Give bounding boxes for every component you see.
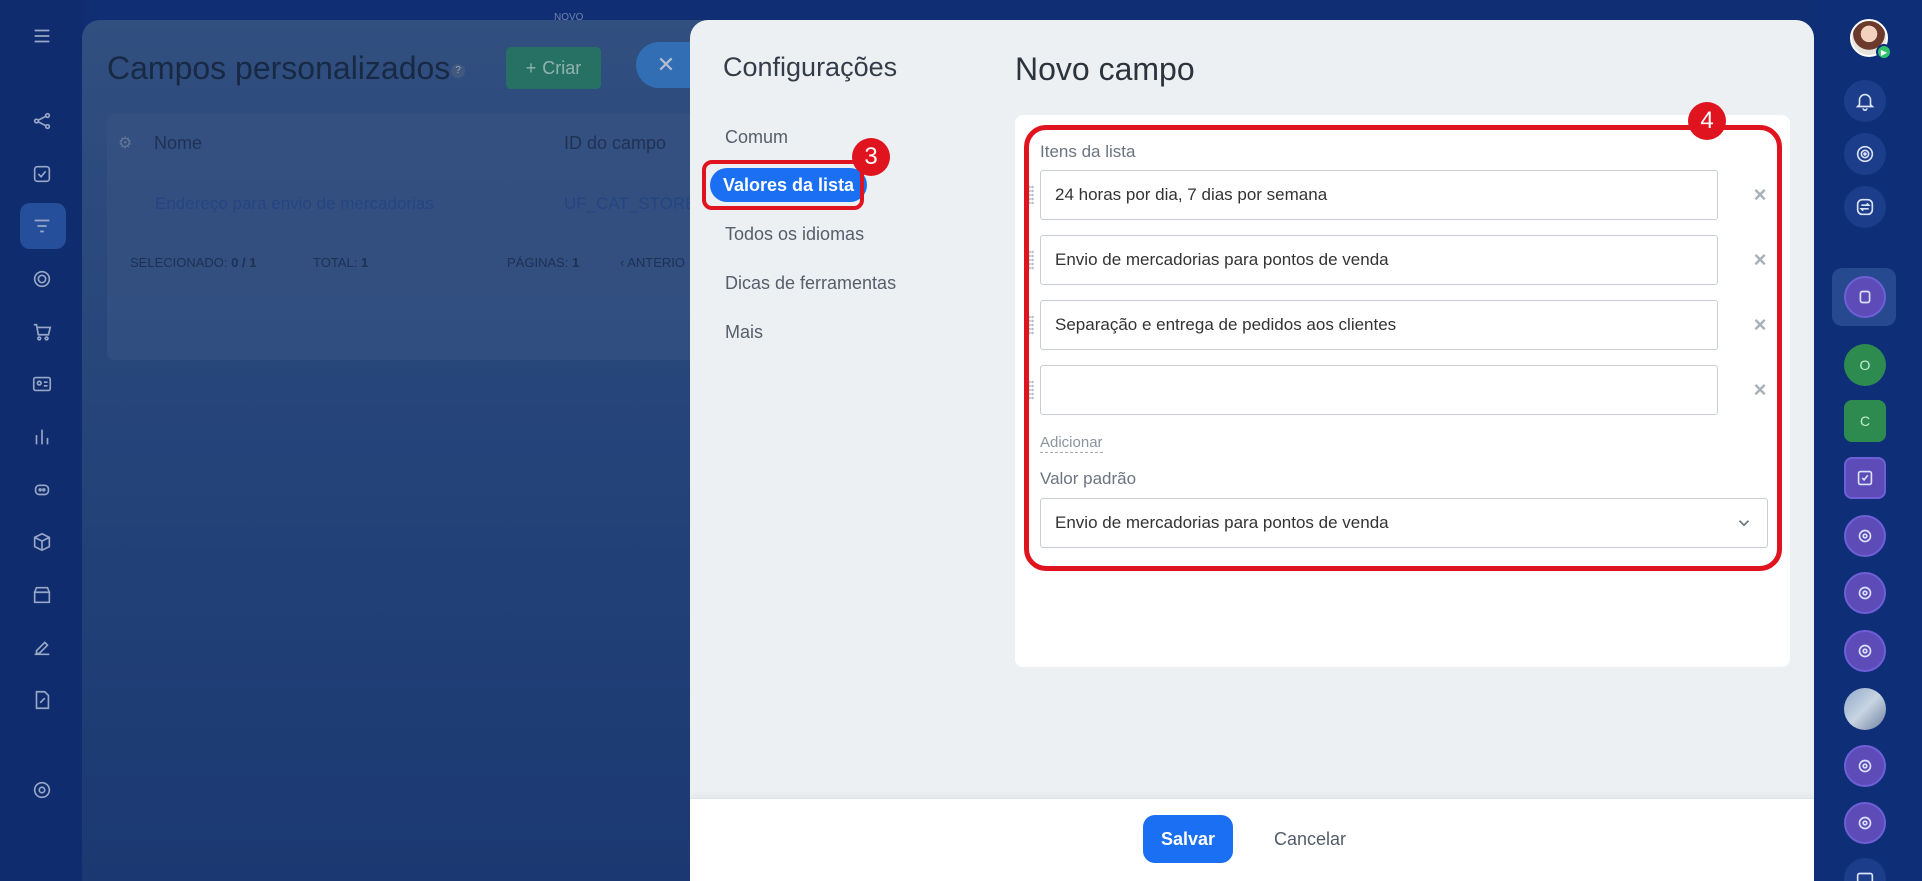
openline-chat-icon-5[interactable]	[1844, 802, 1886, 844]
contact-avatar-o[interactable]: O	[1844, 344, 1886, 386]
nav-item-tooltips[interactable]: Dicas de ferramentas	[725, 273, 896, 294]
contact-photo-avatar[interactable]	[1844, 688, 1886, 730]
openline-chat-icon-4[interactable]	[1844, 745, 1886, 787]
online-status-icon: ▶	[1876, 44, 1892, 60]
nav-item-more[interactable]: Mais	[725, 322, 763, 343]
settings-nav-title: Configurações	[723, 52, 898, 82]
bell-icon[interactable]	[1844, 80, 1886, 122]
contact-avatar-c[interactable]: C	[1844, 400, 1886, 442]
slider-footer: Salvar Cancelar	[690, 798, 1814, 881]
checklist-chat-icon[interactable]	[1844, 457, 1886, 499]
highlight-frame-step-4	[1024, 125, 1782, 571]
openline-chat-icon-2[interactable]	[1844, 572, 1886, 614]
step-badge-3: 3	[852, 138, 890, 176]
nav-item-common[interactable]: Comum	[725, 127, 788, 148]
chat-contact-icon[interactable]	[1844, 276, 1886, 318]
new-field-slider: Configurações Comum Valores da lista 3 T…	[690, 20, 1814, 881]
mail-icon[interactable]	[1844, 858, 1886, 881]
cancel-button[interactable]: Cancelar	[1260, 815, 1360, 863]
right-sidebar: ▶ O C	[1814, 0, 1922, 881]
openline-chat-icon-3[interactable]	[1844, 630, 1886, 672]
highlight-frame-step-3	[702, 160, 864, 210]
content-title: Novo campo	[1015, 51, 1195, 87]
nav-item-all-languages[interactable]: Todos os idiomas	[725, 224, 864, 245]
sync-chat-icon[interactable]	[1844, 186, 1886, 228]
step-badge-4: 4	[1688, 102, 1726, 140]
copilot-icon[interactable]	[1844, 133, 1886, 175]
openline-chat-icon-1[interactable]	[1844, 515, 1886, 557]
save-button[interactable]: Salvar	[1143, 815, 1233, 863]
